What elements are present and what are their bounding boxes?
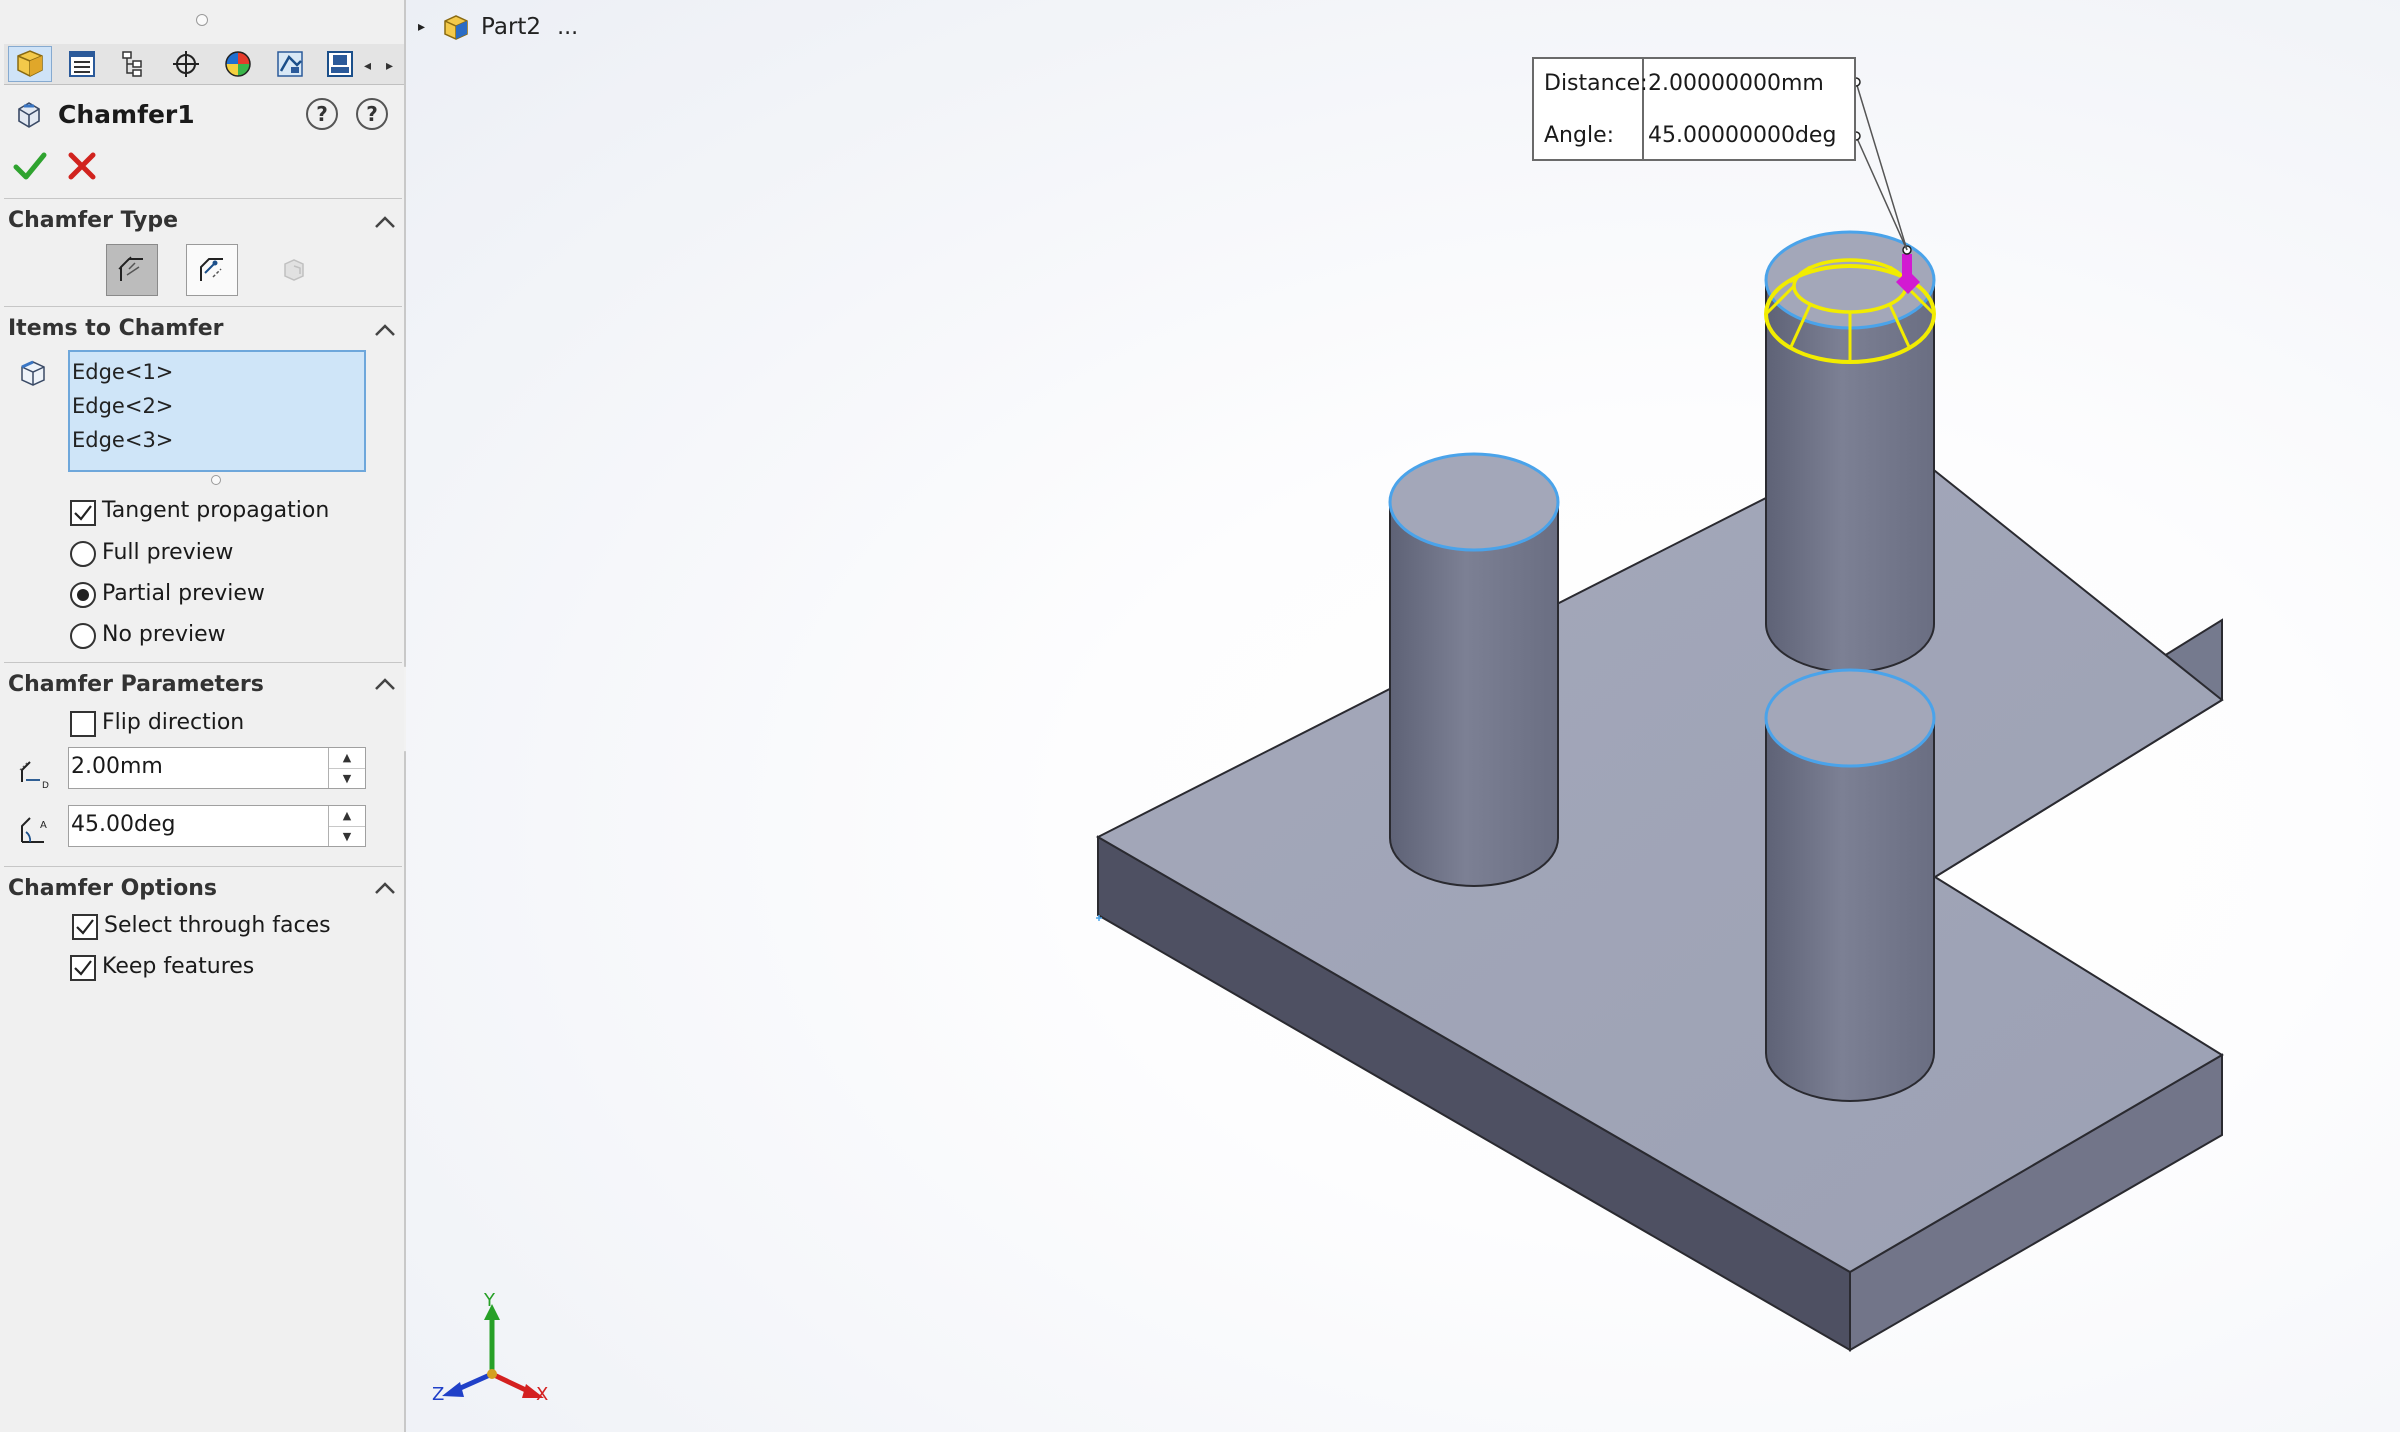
left-boss-selected-edge[interactable] xyxy=(1388,452,1560,552)
plate-top-face[interactable] xyxy=(1095,433,2224,1274)
triad-z-label: Z xyxy=(432,1384,445,1405)
front-boss-cylinder[interactable] xyxy=(1765,717,1935,1102)
triad-y-label: Y xyxy=(484,1290,495,1311)
triad-x-label: X xyxy=(536,1384,549,1405)
triad-z-arrow-icon xyxy=(442,1382,464,1397)
callout-distance-value[interactable]: 2.00000000mm xyxy=(1648,71,1824,96)
reference-triad xyxy=(442,1304,544,1398)
chamfer-callout[interactable]: Distance: 2.00000000mm Angle: 45.0000000… xyxy=(1532,57,1856,161)
triad-origin xyxy=(487,1369,497,1379)
callout-distance-label: Distance: xyxy=(1544,71,1648,96)
triad-x-axis xyxy=(490,1371,532,1395)
front-boss-selected-edge[interactable] xyxy=(1764,668,1936,768)
callout-angle-value[interactable]: 45.00000000deg xyxy=(1648,123,1836,148)
callout-leader-line xyxy=(1855,81,1908,251)
left-boss-cylinder[interactable] xyxy=(1389,501,1559,887)
model-view[interactable] xyxy=(0,0,2400,1432)
callout-angle-label: Angle: xyxy=(1544,123,1615,148)
